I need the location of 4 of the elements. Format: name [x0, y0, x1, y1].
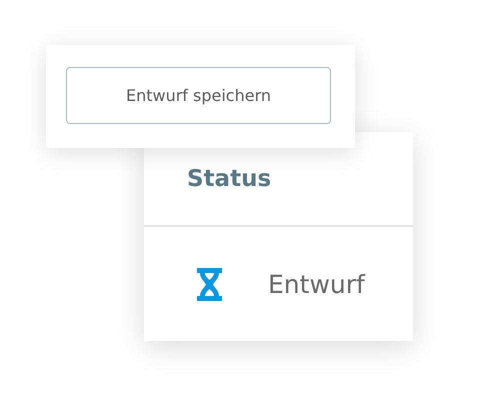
save-draft-button[interactable]: Entwurf speichern: [66, 67, 331, 124]
status-header: Status: [187, 166, 272, 192]
status-label: Entwurf: [268, 270, 365, 298]
hourglass-icon: [197, 268, 222, 300]
